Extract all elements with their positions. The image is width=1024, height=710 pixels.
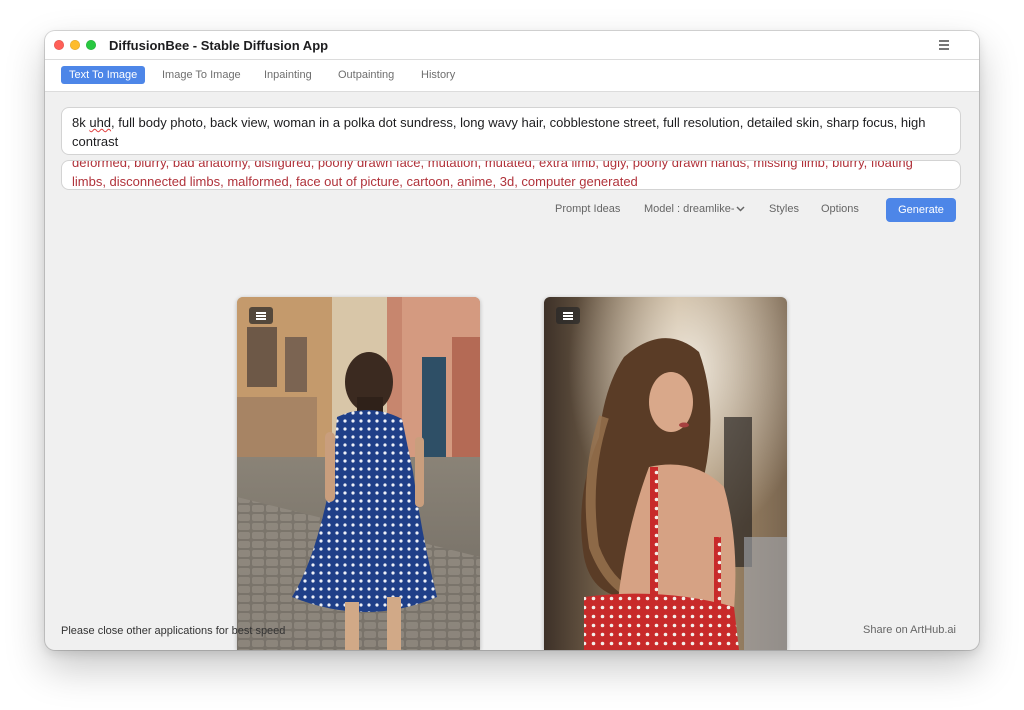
prompt-input[interactable]: 8k uhd, full body photo, back view, woma… — [61, 107, 961, 155]
negative-prompt-text: deformed, blurry, bad anatomy, disfigure… — [72, 160, 913, 189]
styles-button[interactable]: Styles — [769, 203, 799, 215]
image-1-menu-icon[interactable] — [249, 307, 273, 324]
negative-prompt-input[interactable]: deformed, blurry, bad anatomy, disfigure… — [61, 160, 961, 190]
title-bar: DiffusionBee - Stable Diffusion App — [45, 31, 979, 60]
chevron-down-icon — [736, 206, 746, 212]
hamburger-menu-icon[interactable] — [939, 39, 951, 50]
generate-button[interactable]: Generate — [886, 198, 956, 222]
performance-tip: Please close other applications for best… — [61, 625, 286, 637]
generated-image-2[interactable] — [544, 297, 787, 650]
options-button[interactable]: Options — [821, 203, 859, 215]
tab-image-to-image[interactable]: Image To Image — [162, 66, 241, 84]
generated-image-1-picture — [237, 297, 480, 650]
window-title: DiffusionBee - Stable Diffusion App — [109, 38, 329, 53]
prompt-text-rest: , full body photo, back view, woman in a… — [72, 115, 926, 149]
tab-bar: Text To Image Image To Image Inpainting … — [45, 60, 979, 92]
share-arthub-link[interactable]: Share on ArtHub.ai — [863, 624, 956, 636]
minimize-window-button[interactable] — [70, 40, 80, 50]
model-select-label: Model : dreamlike- — [644, 203, 735, 215]
generated-image-2-picture — [544, 297, 787, 650]
generated-image-1[interactable] — [237, 297, 480, 650]
tab-text-to-image[interactable]: Text To Image — [61, 66, 146, 84]
prompt-text-prefix: 8k — [72, 115, 90, 130]
model-select[interactable]: Model : dreamlike- — [644, 203, 746, 215]
prompt-misspelled-word: uhd — [89, 115, 112, 130]
tab-outpainting[interactable]: Outpainting — [338, 66, 394, 84]
image-2-menu-icon[interactable] — [556, 307, 580, 324]
tab-inpainting[interactable]: Inpainting — [264, 66, 312, 84]
close-window-button[interactable] — [54, 40, 64, 50]
tab-history[interactable]: History — [421, 66, 455, 84]
prompt-ideas-button[interactable]: Prompt Ideas — [555, 203, 620, 215]
app-window: DiffusionBee - Stable Diffusion App Text… — [45, 31, 979, 650]
maximize-window-button[interactable] — [86, 40, 96, 50]
